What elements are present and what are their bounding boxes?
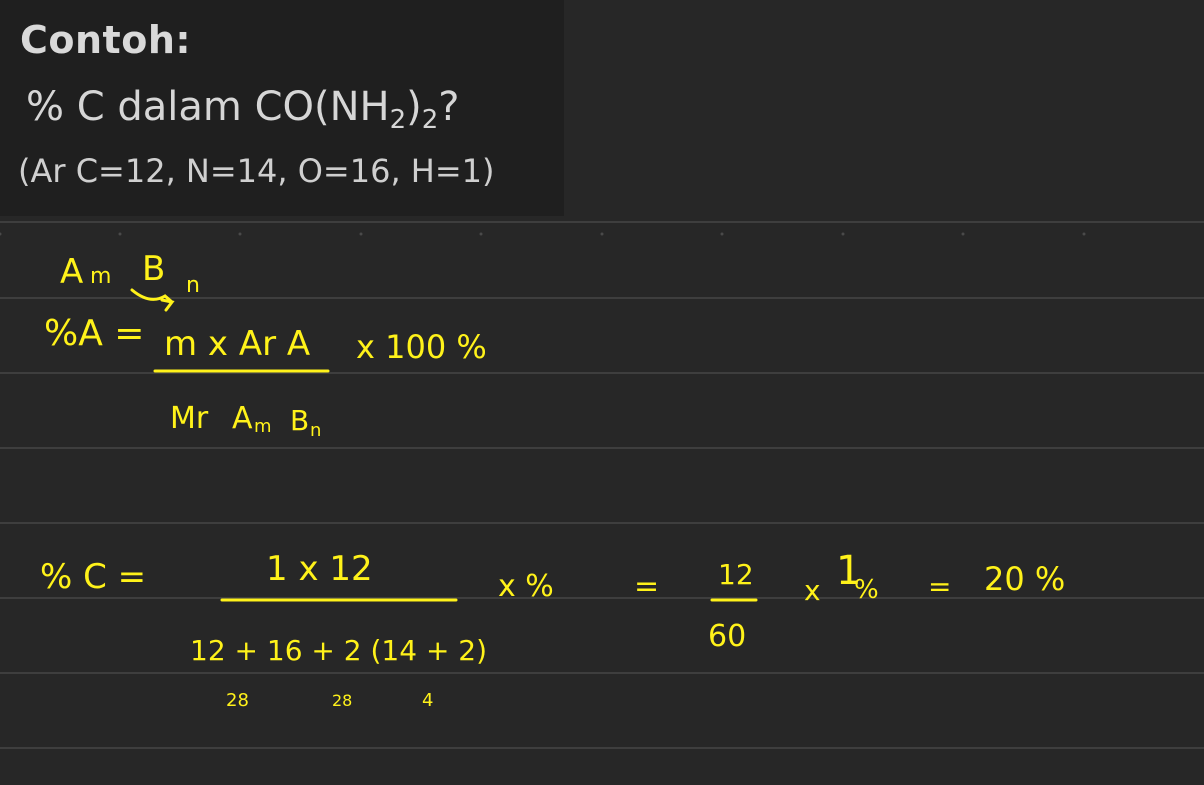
hw-formula-denominator-n: n <box>310 420 321 441</box>
hw-calc-result: 20 % <box>984 560 1065 598</box>
hw-calc-equals-1: = <box>634 569 659 604</box>
hw-calc-denominator: 12 + 16 + 2 (14 + 2) <box>190 634 487 667</box>
hw-compound-m: m <box>90 264 111 289</box>
hw-calc-frac-denominator: 60 <box>708 619 746 654</box>
hw-calc-frac-numerator: 12 <box>718 558 754 591</box>
hw-note-28a: 28 <box>226 690 249 711</box>
hw-compound-A: A <box>60 252 83 292</box>
hw-formula-denominator-m: m <box>254 416 272 437</box>
hw-formula-denominator-mr: Mr <box>170 401 209 436</box>
hw-calc-equals-2: = <box>928 570 951 603</box>
hw-note-4: 4 <box>422 690 433 711</box>
hw-note-28b: 28 <box>332 691 352 710</box>
hw-formula-denominator-B: B <box>290 404 309 437</box>
hw-compound-B: B <box>142 249 165 289</box>
hw-calc-times-2: x <box>804 574 821 607</box>
hw-calc-lhs: % C = <box>40 557 146 597</box>
hw-formula-lhs: %A = <box>44 313 144 354</box>
hw-formula-times: x 100 % <box>356 328 487 366</box>
handwritten-notes: A m B n %A = m x Ar A x 100 % Mr A m B n… <box>40 249 1065 711</box>
hw-calc-times: x % <box>498 569 554 604</box>
whiteboard-page: Contoh: % C dalam CO(NH2)2? (Ar C=12, N=… <box>0 0 1204 785</box>
hw-calc-percent: % <box>854 575 879 605</box>
hw-formula-denominator-A: A <box>232 401 253 436</box>
hw-arrow <box>130 288 175 312</box>
hw-compound-n: n <box>186 273 200 298</box>
hw-formula-numerator: m x Ar A <box>164 324 310 364</box>
hw-calc-numerator: 1 x 12 <box>266 549 373 589</box>
